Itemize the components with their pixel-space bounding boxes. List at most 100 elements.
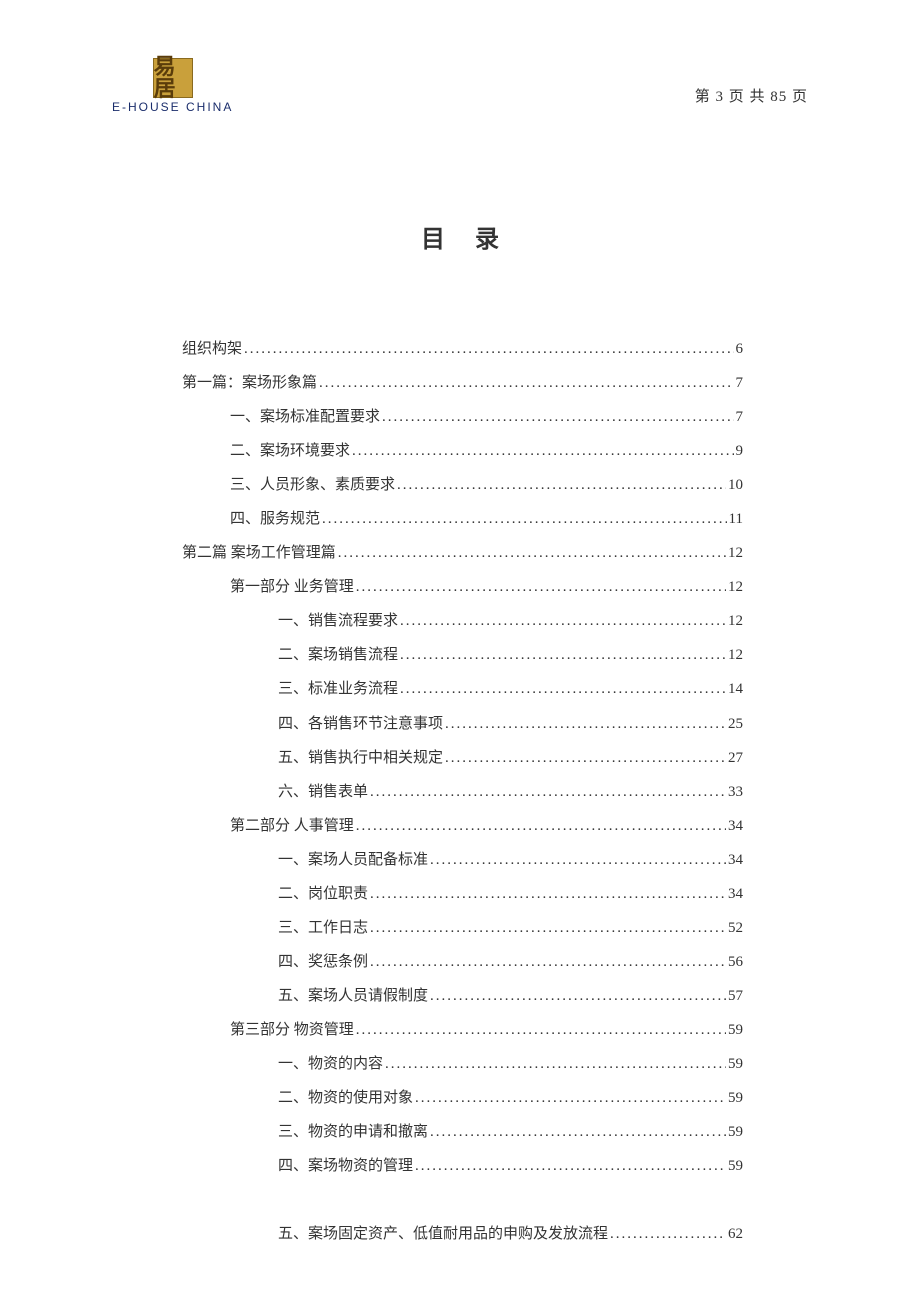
toc-entry: 三、物资的申请和撤离 59 xyxy=(182,1115,743,1149)
toc-entry-label: 第二部分 人事管理 xyxy=(230,809,354,843)
toc-leader-dots xyxy=(352,434,733,468)
logo: 易居 E-HOUSE CHINA xyxy=(112,58,233,114)
toc-entry-page: 12 xyxy=(728,638,743,672)
toc-leader-dots xyxy=(415,1081,726,1115)
toc-leader-dots xyxy=(430,1115,726,1149)
toc-entry: 五、案场固定资产、低值耐用品的申购及发放流程 62 xyxy=(182,1217,743,1251)
toc-gap xyxy=(182,1183,743,1217)
toc-entry-label: 三、物资的申请和撤离 xyxy=(278,1115,428,1149)
page-number: 第 3 页 共 85 页 xyxy=(695,85,808,114)
toc-entry-page: 59 xyxy=(728,1149,743,1183)
page-header: 易居 E-HOUSE CHINA 第 3 页 共 85 页 xyxy=(112,58,808,114)
toc-entry-label: 六、销售表单 xyxy=(278,775,368,809)
toc-entry-label: 四、各销售环节注意事项 xyxy=(278,707,443,741)
toc-entry: 二、岗位职责 34 xyxy=(182,877,743,911)
toc-entry-label: 五、案场人员请假制度 xyxy=(278,979,428,1013)
toc-entry: 第一篇：案场形象篇7 xyxy=(182,366,743,400)
toc-entry-page: 34 xyxy=(728,809,743,843)
toc-entry-page: 12 xyxy=(728,570,743,604)
toc-entry-page: 6 xyxy=(736,332,744,366)
toc-entry-label: 一、案场人员配备标准 xyxy=(278,843,428,877)
toc-entry-page: 11 xyxy=(729,502,743,536)
toc-entry-label: 二、岗位职责 xyxy=(278,877,368,911)
toc-entry-page: 25 xyxy=(728,707,743,741)
toc-entry-page: 59 xyxy=(728,1047,743,1081)
toc-entry-label: 四、奖惩条例 xyxy=(278,945,368,979)
toc-leader-dots xyxy=(430,843,726,877)
toc-leader-dots xyxy=(400,604,726,638)
toc-leader-dots xyxy=(356,1013,726,1047)
toc-entry-label: 组织构架 xyxy=(182,332,242,366)
toc-leader-dots xyxy=(370,775,726,809)
toc-entry-label: 一、销售流程要求 xyxy=(278,604,398,638)
toc-entry-page: 59 xyxy=(728,1081,743,1115)
toc-leader-dots xyxy=(370,877,726,911)
toc-leader-dots xyxy=(322,502,727,536)
toc-entry: 一、案场标准配置要求7 xyxy=(182,400,743,434)
toc-entry-label: 第三部分 物资管理 xyxy=(230,1013,354,1047)
toc-leader-dots xyxy=(610,1217,726,1251)
toc-entry-page: 12 xyxy=(728,604,743,638)
toc-entry-page: 34 xyxy=(728,843,743,877)
toc-entry-label: 四、服务规范 xyxy=(230,502,320,536)
toc-leader-dots xyxy=(415,1149,726,1183)
toc-entry-label: 一、案场标准配置要求 xyxy=(230,400,380,434)
toc-entry-label: 三、标准业务流程 xyxy=(278,672,398,706)
toc-entry: 三、人员形象、素质要求10 xyxy=(182,468,743,502)
toc-entry: 第二部分 人事管理 34 xyxy=(182,809,743,843)
toc-entry: 二、物资的使用对象 59 xyxy=(182,1081,743,1115)
page-title: 目录 xyxy=(112,219,808,254)
toc-entry-page: 27 xyxy=(728,741,743,775)
toc-entry-label: 二、物资的使用对象 xyxy=(278,1081,413,1115)
logo-mark-icon: 易居 xyxy=(153,58,193,98)
toc-entry-label: 一、物资的内容 xyxy=(278,1047,383,1081)
toc-leader-dots xyxy=(400,638,726,672)
toc-entry-page: 56 xyxy=(728,945,743,979)
toc-entry: 四、服务规范 11 xyxy=(182,502,743,536)
toc-entry-page: 34 xyxy=(728,877,743,911)
toc-entry: 五、案场人员请假制度 57 xyxy=(182,979,743,1013)
toc-entry: 第一部分 业务管理 12 xyxy=(182,570,743,604)
toc-leader-dots xyxy=(356,570,726,604)
toc-entry: 二、案场环境要求 9 xyxy=(182,434,743,468)
toc-entry-page: 10 xyxy=(728,468,743,502)
toc-entry: 一、案场人员配备标准 34 xyxy=(182,843,743,877)
toc-leader-dots xyxy=(445,741,726,775)
toc-entry-label: 五、案场固定资产、低值耐用品的申购及发放流程 xyxy=(278,1217,608,1251)
toc-entry-page: 14 xyxy=(728,672,743,706)
toc-entry-page: 7 xyxy=(736,366,744,400)
toc-entry-page: 9 xyxy=(736,434,744,468)
toc-entry-page: 59 xyxy=(728,1115,743,1149)
toc-entry: 二、案场销售流程 12 xyxy=(182,638,743,672)
toc-leader-dots xyxy=(244,332,733,366)
toc-entry: 一、物资的内容 59 xyxy=(182,1047,743,1081)
toc-leader-dots xyxy=(397,468,726,502)
toc-entry-label: 第一部分 业务管理 xyxy=(230,570,354,604)
toc-entry: 一、销售流程要求 12 xyxy=(182,604,743,638)
toc-entry-page: 57 xyxy=(728,979,743,1013)
toc-entry-label: 第二篇 案场工作管理篇 xyxy=(182,536,336,570)
toc-entry: 六、销售表单 33 xyxy=(182,775,743,809)
toc-entry-label: 四、案场物资的管理 xyxy=(278,1149,413,1183)
table-of-contents: 组织构架6第一篇：案场形象篇7一、案场标准配置要求7二、案场环境要求9三、人员形… xyxy=(112,332,808,1251)
toc-entry: 三、工作日志 52 xyxy=(182,911,743,945)
toc-leader-dots xyxy=(430,979,726,1013)
toc-entry-label: 三、工作日志 xyxy=(278,911,368,945)
toc-entry: 第三部分 物资管理 59 xyxy=(182,1013,743,1047)
logo-text: E-HOUSE CHINA xyxy=(112,100,233,114)
toc-leader-dots xyxy=(385,1047,726,1081)
toc-leader-dots xyxy=(370,945,726,979)
toc-entry-page: 52 xyxy=(728,911,743,945)
toc-entry: 五、销售执行中相关规定 27 xyxy=(182,741,743,775)
toc-entry-label: 五、销售执行中相关规定 xyxy=(278,741,443,775)
toc-entry-label: 二、案场环境要求 xyxy=(230,434,350,468)
toc-entry: 三、标准业务流程 14 xyxy=(182,672,743,706)
toc-entry: 组织构架 6 xyxy=(182,332,743,366)
toc-entry-page: 12 xyxy=(728,536,743,570)
toc-leader-dots xyxy=(400,672,726,706)
toc-entry: 四、案场物资的管理 59 xyxy=(182,1149,743,1183)
toc-leader-dots xyxy=(382,400,733,434)
toc-entry: 四、各销售环节注意事项 25 xyxy=(182,707,743,741)
toc-entry: 第二篇 案场工作管理篇 12 xyxy=(182,536,743,570)
toc-leader-dots xyxy=(445,707,726,741)
